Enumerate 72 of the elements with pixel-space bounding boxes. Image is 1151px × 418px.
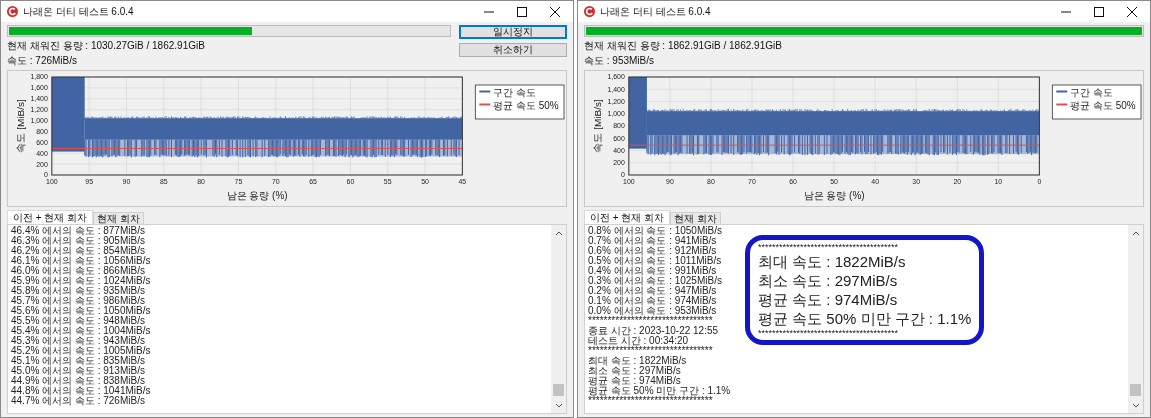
maximize-icon [517,6,527,17]
log-line: ******************************** [588,316,713,326]
legend-label: 평균 속도 50% [1070,100,1136,111]
window-title: 나래온 더티 테스트 6.0.4 [600,5,712,19]
app-logo-icon [7,6,18,17]
legend-label: 평균 속도 50% [493,100,559,111]
log-line: 46.0% 에서의 속도 : 866MiB/s [11,266,145,276]
callout-text: 평균 속도 : 974MiB/s [758,290,899,309]
separator-line: **************************************** [758,242,900,252]
legend-label: 구간 속도 [493,87,536,98]
log-line: 45.4% 에서의 속도 : 1004MiB/s [11,326,151,336]
action-button[interactable]: 취소하기 [459,43,567,57]
tab[interactable]: 현재 회차 [670,212,721,224]
log-line: 0.7% 에서의 속도 : 941MiB/s [588,236,717,246]
callout-text: 평균 속도 50% 미만 구간 : 1.1% [758,309,972,328]
x-axis-label: 남은 용량 (%) [226,190,288,201]
tab[interactable]: 이전 + 현재 회차 [7,210,94,224]
log-line: 46.2% 에서의 속도 : 854MiB/s [11,246,145,256]
speed-text: 속도 : 726MiB/s [7,55,79,67]
y-axis-label: 속도 [MiB/s] [591,99,603,153]
scroll-up-icon [554,229,563,238]
log-line: 45.1% 에서의 속도 : 835MiB/s [11,356,145,366]
x-axis-label: 남은 용량 (%) [803,190,865,201]
scroll-up-icon [1131,229,1140,238]
log-line: 평균 속도 : 974MiB/s [588,376,681,386]
close-icon [550,6,560,17]
log-line: 0.4% 에서의 속도 : 991MiB/s [588,266,717,276]
log-line: 0.0% 에서의 속도 : 953MiB/s [588,306,717,316]
log-line: 45.7% 에서의 속도 : 986MiB/s [11,296,145,306]
log-line: 0.6% 에서의 속도 : 912MiB/s [588,246,717,256]
callout-text: 최소 속도 : 297MiB/s [758,271,899,290]
scrollbar-thumb[interactable] [1130,384,1141,396]
capacity-text: 현재 채워진 용량 : 1862.91GiB / 1862.91GiB [584,40,783,52]
separator-line: **************************************** [758,328,900,338]
maximize-icon [1094,6,1104,17]
log-line: 44.7% 에서의 속도 : 726MiB/s [11,396,145,406]
log-line: 46.1% 에서의 속도 : 1056MiB/s [11,256,151,266]
log-line: 종료 시간 : 2023-10-22 12:55 [588,326,719,336]
log-line: 최대 속도 : 1822MiB/s [588,356,687,366]
capacity-text: 현재 채워진 용량 : 1030.27GiB / 1862.91GiB [7,40,206,52]
log-line: 45.3% 에서의 속도 : 943MiB/s [11,336,145,346]
log-line: 46.3% 에서의 속도 : 905MiB/s [11,236,145,246]
y-axis-label: 속도 [MiB/s] [14,99,26,153]
close-icon [1127,6,1137,17]
log-line: ******************************** [588,396,713,406]
log-line: 테스트 시간 : 00:34:20 [588,336,689,346]
scrollbar-thumb[interactable] [553,384,564,396]
log-line: 0.2% 에서의 속도 : 947MiB/s [588,286,717,296]
tab[interactable]: 이전 + 현재 회차 [584,210,671,224]
log-line: 최소 속도 : 297MiB/s [588,366,681,376]
log-line: 0.1% 에서의 속도 : 974MiB/s [588,296,717,306]
log-line: 45.6% 에서의 속도 : 1050MiB/s [11,306,151,316]
callout-text: 최대 속도 : 1822MiB/s [758,252,907,271]
window-title: 나래온 더티 테스트 6.0.4 [23,5,135,19]
log-line: 평균 속도 50% 미만 구간 : 1.1% [588,386,731,396]
log-line: 45.0% 에서의 속도 : 913MiB/s [11,366,145,376]
log-line: 45.8% 에서의 속도 : 935MiB/s [11,286,145,296]
legend-label: 구간 속도 [1070,87,1113,98]
log-line: 44.9% 에서의 속도 : 838MiB/s [11,376,145,386]
log-line: 0.8% 에서의 속도 : 1050MiB/s [588,226,722,236]
app-logo-icon [584,6,595,17]
log-line: ******************************** [588,346,713,356]
log-line: 44.8% 에서의 속도 : 1041MiB/s [11,386,151,396]
log-line: 45.5% 에서의 속도 : 948MiB/s [11,316,145,326]
log-line: 45.9% 에서의 속도 : 1024MiB/s [11,276,151,286]
log-line: 0.5% 에서의 속도 : 1011MiB/s [588,256,722,266]
log-line: 0.3% 에서의 속도 : 1025MiB/s [588,276,722,286]
log-line: 46.4% 에서의 속도 : 877MiB/s [11,226,145,236]
action-button[interactable]: 일시정지 [459,25,567,39]
tab[interactable]: 현재 회차 [93,212,144,224]
log-line: 45.2% 에서의 속도 : 1005MiB/s [11,346,151,356]
speed-text: 속도 : 953MiB/s [584,55,656,67]
